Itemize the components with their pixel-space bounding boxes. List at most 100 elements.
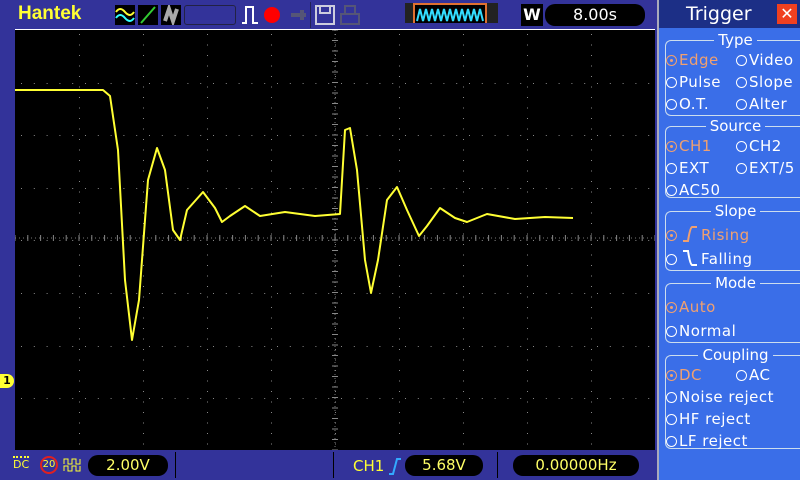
radio-ext-5[interactable]: EXT/5 — [736, 159, 795, 177]
radio-circle — [666, 55, 677, 66]
radio-falling[interactable]: Falling — [666, 250, 752, 268]
group-title: Coupling — [698, 346, 773, 364]
window-mode-button[interactable]: W — [521, 4, 543, 26]
radio-circle — [736, 163, 747, 174]
option-label: CH1 — [679, 137, 712, 155]
toolbar: Hantek W 8.00s — [0, 0, 655, 30]
radio-circle — [736, 55, 747, 66]
option-label: AC50 — [679, 181, 721, 199]
radio-circle — [666, 230, 677, 241]
rising-edge-icon — [683, 226, 697, 242]
timebase-display[interactable]: 8.00s — [545, 4, 645, 26]
radio-normal[interactable]: Normal — [666, 322, 736, 340]
panel-title: Trigger — [686, 3, 752, 25]
radio-circle — [666, 370, 677, 381]
group-type: Type Edge Video Pulse Slope O.T. Alter — [665, 31, 800, 116]
radio-hf-reject[interactable]: HF reject — [666, 410, 751, 428]
group-title: Mode — [711, 274, 760, 292]
persistence-icon[interactable] — [161, 5, 181, 25]
radio-circle — [736, 370, 747, 381]
radio-ac[interactable]: AC — [736, 366, 770, 384]
radio-o-t-[interactable]: O.T. — [666, 95, 709, 113]
group-title: Type — [714, 31, 757, 49]
option-label: Noise reject — [679, 388, 774, 406]
trigger-source-label: CH1 — [353, 457, 385, 475]
radio-circle — [666, 77, 677, 88]
option-label: EXT — [679, 159, 710, 177]
waveform-display[interactable] — [14, 29, 656, 451]
volts-per-div[interactable]: 2.00V — [88, 455, 168, 476]
trigger-panel: Trigger ✕ Type Edge Video Pulse Slope O.T. Alte… — [657, 0, 800, 480]
radio-ext[interactable]: EXT — [666, 159, 709, 177]
falling-edge-icon — [683, 250, 697, 266]
radio-circle — [666, 392, 677, 403]
radio-circle — [666, 185, 677, 196]
option-label: Video — [749, 51, 794, 69]
option-label: LF reject — [679, 432, 748, 450]
radio-circle — [666, 436, 677, 447]
ch1-ch2-wave-icon[interactable] — [115, 5, 135, 25]
pulse-trigger-icon[interactable] — [241, 5, 259, 25]
option-label: Auto — [679, 298, 716, 316]
trigger-level[interactable]: 5.68V — [405, 455, 483, 476]
option-label: Pulse — [679, 73, 721, 91]
print-icon — [340, 5, 360, 25]
radio-ac50[interactable]: AC50 — [666, 181, 721, 199]
radio-ch1[interactable]: CH1 — [666, 137, 712, 155]
group-title: Source — [705, 117, 766, 135]
graticule — [14, 29, 656, 451]
status-bar: DC 20 2.00V CH1 5.68V 0.00000Hz — [0, 450, 655, 480]
option-label: Falling — [701, 250, 753, 268]
radio-dc[interactable]: DC — [666, 366, 702, 384]
group-mode: Mode Auto Normal — [665, 274, 800, 343]
group-coupling: Coupling DC AC Noise reject HF reject LF reje… — [665, 346, 800, 450]
close-icon[interactable]: ✕ — [777, 4, 797, 24]
radio-circle — [666, 141, 677, 152]
radio-circle — [666, 99, 677, 110]
status-box — [184, 5, 236, 25]
radio-lf-reject[interactable]: LF reject — [666, 432, 748, 450]
ch1-trace — [15, 89, 574, 341]
frequency-counter: 0.00000Hz — [513, 455, 639, 476]
coupling-indicator: DC — [13, 456, 30, 471]
radio-auto[interactable]: Auto — [666, 298, 716, 316]
xy-mode-icon[interactable] — [138, 5, 158, 25]
radio-circle — [666, 414, 677, 425]
radio-circle — [666, 326, 677, 337]
radio-slope[interactable]: Slope — [736, 73, 793, 91]
bandwidth-limit-icon: 20 — [40, 456, 58, 474]
waveform-overview-icon[interactable] — [405, 3, 498, 23]
option-label: Edge — [679, 51, 719, 69]
radio-circle — [736, 141, 747, 152]
probe-icon — [63, 458, 81, 472]
radio-circle — [666, 163, 677, 174]
option-label: Rising — [701, 226, 750, 244]
radio-noise-reject[interactable]: Noise reject — [666, 388, 774, 406]
option-label: HF reject — [679, 410, 751, 428]
brand-logo: Hantek — [18, 3, 82, 24]
option-label: Slope — [749, 73, 794, 91]
radio-rising[interactable]: Rising — [666, 226, 750, 244]
option-label: AC — [749, 366, 771, 384]
rising-edge-icon — [389, 458, 401, 475]
radio-pulse[interactable]: Pulse — [666, 73, 721, 91]
group-title: Slope — [710, 202, 761, 220]
group-source: Source CH1 CH2 EXT EXT/5 AC50 — [665, 117, 800, 199]
radio-circle — [666, 302, 677, 313]
group-slope: Slope Rising Falling — [665, 202, 800, 271]
radio-ch2[interactable]: CH2 — [736, 137, 782, 155]
radio-circle — [736, 77, 747, 88]
option-label: EXT/5 — [749, 159, 795, 177]
channel-1-marker[interactable]: 1 — [0, 374, 14, 388]
radio-edge[interactable]: Edge — [666, 51, 719, 69]
option-label: O.T. — [679, 95, 710, 113]
option-label: CH2 — [749, 137, 782, 155]
record-icon[interactable] — [262, 5, 282, 25]
option-label: Normal — [679, 322, 737, 340]
option-label: Alter — [749, 95, 788, 113]
radio-alter[interactable]: Alter — [736, 95, 787, 113]
radio-circle — [736, 99, 747, 110]
usb-icon — [291, 10, 306, 20]
save-icon[interactable] — [315, 5, 335, 25]
radio-video[interactable]: Video — [736, 51, 794, 69]
